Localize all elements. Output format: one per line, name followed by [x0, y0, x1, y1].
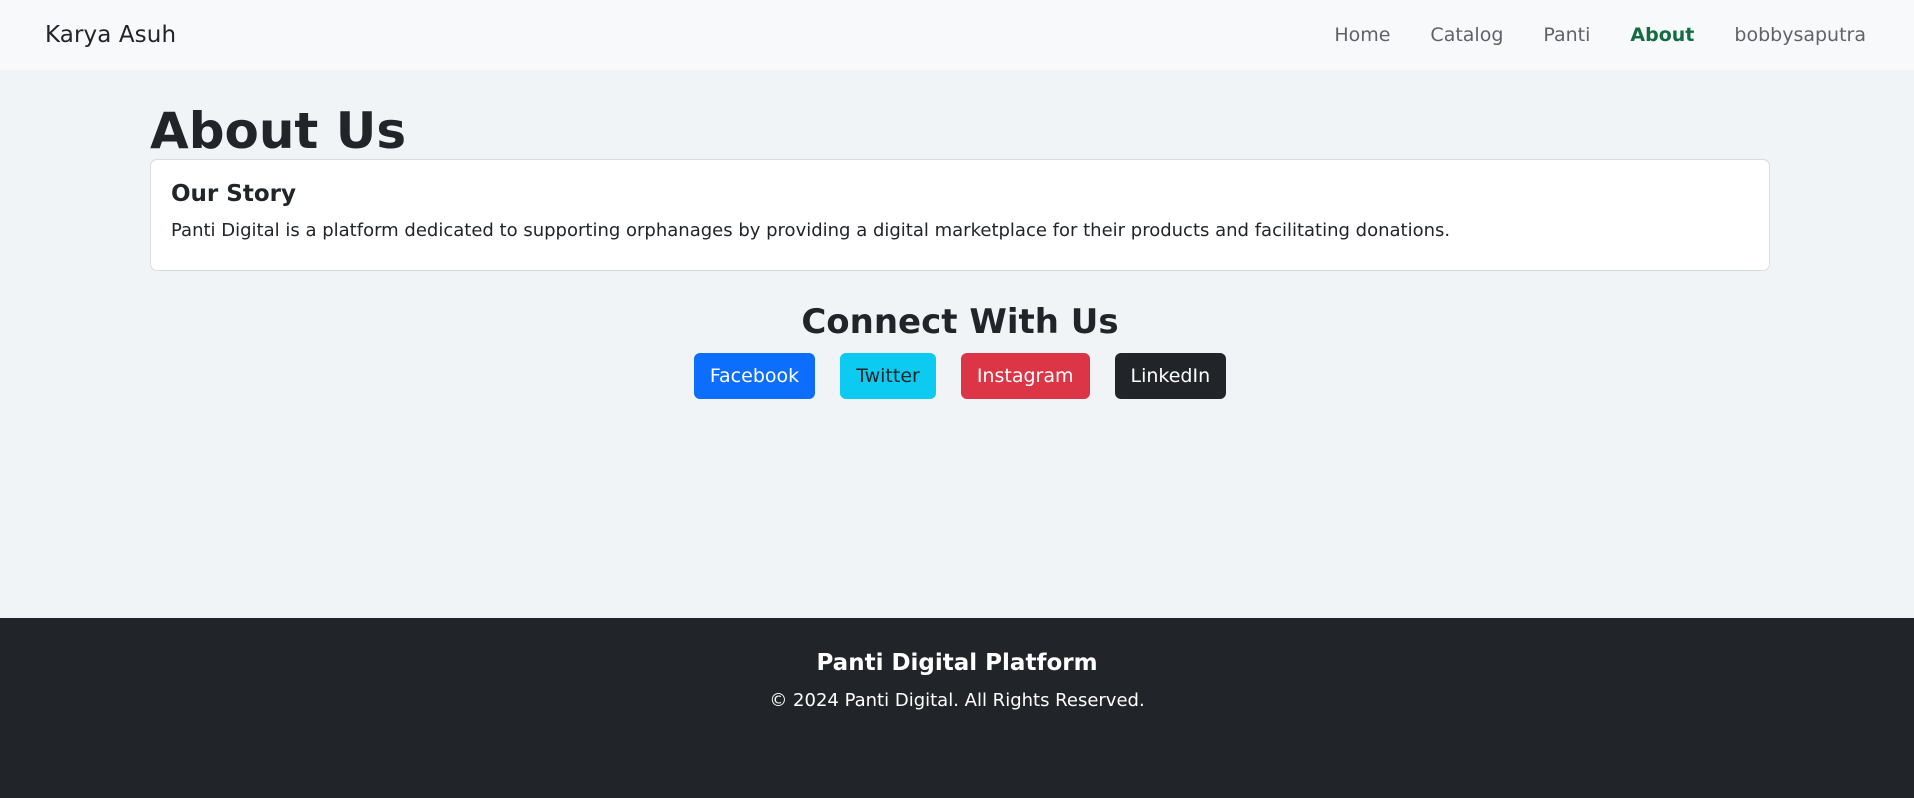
- nav-link-about[interactable]: About: [1610, 24, 1714, 46]
- nav-links: Home Catalog Panti About bobbysaputra: [1314, 24, 1866, 46]
- story-card: Our Story Panti Digital is a platform de…: [150, 159, 1770, 271]
- connect-section: Connect With Us Facebook Twitter Instagr…: [150, 305, 1770, 399]
- nav-link-catalog[interactable]: Catalog: [1410, 24, 1523, 46]
- twitter-button[interactable]: Twitter: [840, 353, 936, 399]
- footer-copyright: © 2024 Panti Digital. All Rights Reserve…: [769, 689, 1145, 711]
- instagram-button[interactable]: Instagram: [960, 353, 1090, 399]
- navbar-brand[interactable]: Karya Asuh: [45, 22, 176, 48]
- linkedin-button[interactable]: LinkedIn: [1114, 353, 1227, 399]
- footer: Panti Digital Platform © 2024 Panti Digi…: [0, 618, 1914, 798]
- nav-link-panti[interactable]: Panti: [1523, 24, 1610, 46]
- story-text: Panti Digital is a platform dedicated to…: [171, 220, 1451, 242]
- navbar: Karya Asuh Home Catalog Panti About bobb…: [0, 0, 1914, 70]
- story-title: Our Story: [171, 181, 296, 207]
- nav-link-user[interactable]: bobbysaputra: [1714, 24, 1866, 46]
- main-content: About Us Our Story Panti Digital is a pl…: [150, 70, 1770, 399]
- nav-link-home[interactable]: Home: [1314, 24, 1410, 46]
- page: Karya Asuh Home Catalog Panti About bobb…: [0, 0, 1914, 798]
- facebook-button[interactable]: Facebook: [693, 353, 816, 399]
- footer-title: Panti Digital Platform: [816, 650, 1098, 676]
- connect-title: Connect With Us: [801, 302, 1119, 342]
- social-buttons: Facebook Twitter Instagram LinkedIn: [150, 353, 1770, 399]
- page-title: About Us: [150, 102, 407, 160]
